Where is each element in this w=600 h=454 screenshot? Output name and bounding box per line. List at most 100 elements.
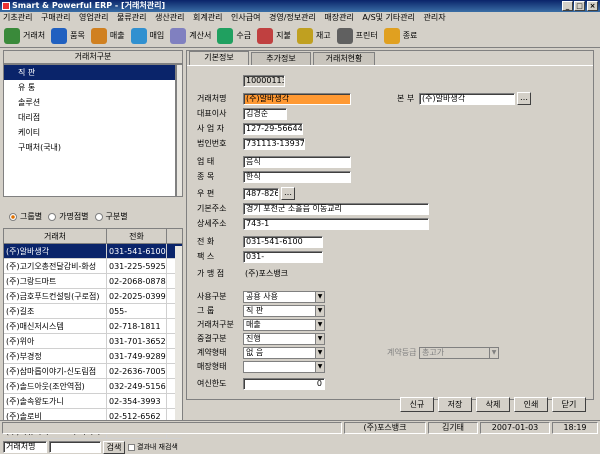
hq-input[interactable]: (주)알바생각	[419, 93, 515, 105]
fax-input[interactable]: 031-	[243, 251, 323, 263]
table-row[interactable]: (주)알바생각 031-541-6100	[4, 244, 182, 259]
search-field-combo[interactable]: 거래처명	[3, 441, 47, 453]
new-button[interactable]: 신규	[400, 397, 434, 412]
window-title: Smart & Powerful ERP - [거래처관리]	[12, 1, 166, 10]
client-code-field: 10000113	[243, 75, 285, 87]
client-name-cell: (주)알바생각	[4, 244, 107, 258]
table-row[interactable]: (주)삼마롭이야기-신도림점 02-2636-7005	[4, 364, 182, 379]
table-row[interactable]: (주)솔속왕도가니 02-354-3993	[4, 394, 182, 409]
menu-item[interactable]: 관리자	[421, 12, 449, 23]
table-row[interactable]: (주)금호푸드컨설팅(구로점) 02-2025-0399	[4, 289, 182, 304]
menu-item[interactable]: A/S및 기타관리	[359, 12, 418, 23]
phone-cell: 031-701-3652	[107, 334, 167, 348]
save-button[interactable]: 저장	[438, 397, 472, 412]
corpno-label: 법인번호	[197, 139, 227, 148]
table-row[interactable]: (주)매신저시스템 02-718-1811	[4, 319, 182, 334]
client-name-cell: (주)부경정	[4, 349, 107, 363]
hq-lookup-button[interactable]: …	[517, 92, 531, 105]
credit-input[interactable]: 0	[243, 378, 325, 390]
toolbar-button[interactable]: 지불	[257, 23, 291, 48]
biztype-input[interactable]: 음식	[243, 156, 351, 168]
menu-item[interactable]: 생산관리	[152, 12, 187, 23]
category-item[interactable]: 케이티	[4, 125, 175, 140]
ceo-label: 대표이사	[197, 109, 227, 118]
menu-item[interactable]: 회계관리	[190, 12, 225, 23]
radio-option[interactable]: 가명점별	[48, 211, 89, 222]
radio-option[interactable]: 구분별	[94, 211, 128, 222]
close-button[interactable]: ×	[587, 1, 598, 11]
toolbar-button[interactable]: 품목	[51, 23, 85, 48]
table-row[interactable]: (주)그랑드마트 02-2068-0878	[4, 274, 182, 289]
left-panel: 거래처구분 직 판유 통 솔루션 대리점 케이티 구매처(국내) 그룹별 가명점별 구분별 …	[3, 50, 183, 454]
menu-item[interactable]: 인사급여	[228, 12, 263, 23]
addr2-input[interactable]: 743-1	[243, 218, 429, 230]
toolbar-button[interactable]: 수금	[217, 23, 251, 48]
category-item[interactable]: 유 통	[4, 80, 175, 95]
delete-button[interactable]: 삭제	[476, 397, 510, 412]
category-scrollbar[interactable]	[176, 64, 183, 197]
category-item[interactable]: 구매처(국내)	[4, 140, 175, 155]
group-value: 직 판	[246, 306, 264, 315]
toolbar-button[interactable]: 종료	[383, 23, 417, 48]
phone-label: 전 화	[197, 237, 215, 246]
tab-client-status[interactable]: 거래처현황	[313, 52, 375, 65]
category-item[interactable]: 솔루션	[4, 95, 175, 110]
menu-item[interactable]: 영업관리	[76, 12, 111, 23]
menu-item[interactable]: 매장관리	[321, 12, 356, 23]
tab-extra-info[interactable]: 추가정보	[251, 52, 311, 65]
status-date: 2007-01-03	[480, 422, 550, 434]
contract-select[interactable]: 없 음 ▼	[243, 347, 325, 359]
usetype-select[interactable]: 공용 사용 ▼	[243, 291, 325, 303]
bizno-input[interactable]: 127-29-56644	[243, 123, 303, 135]
phone-input[interactable]: 031-541-6100	[243, 236, 323, 248]
table-row[interactable]: (주)솔드아웃(조안역점) 032-249-5156	[4, 379, 182, 394]
radio-label: 그룹별	[20, 212, 43, 221]
menu-item[interactable]: 기초관리	[0, 12, 35, 23]
zip-lookup-button[interactable]: …	[281, 187, 295, 200]
tab-basic-info[interactable]: 기본정보	[189, 51, 249, 65]
toolbar-icon	[4, 27, 20, 44]
toolbar-button[interactable]: 매출	[90, 23, 125, 48]
table-body: (주)알바생각 031-541-6100 (주)고기오총전달감비-화성 031-225…	[4, 244, 182, 439]
zip-input[interactable]: 487-826	[243, 188, 279, 200]
print-button[interactable]: 인쇄	[514, 397, 548, 412]
toolbar-button[interactable]: 계산서	[170, 23, 211, 48]
radio-option[interactable]: 그룹별	[9, 211, 42, 222]
addr1-label: 기본주소	[197, 204, 227, 213]
table-scrollbar[interactable]	[175, 246, 182, 426]
toolbar-button[interactable]: 재고	[296, 23, 331, 48]
toolbar-button[interactable]: 프린터	[336, 23, 378, 48]
refine-checkbox[interactable]	[128, 443, 135, 451]
store-type-select[interactable]: ▼	[243, 361, 325, 373]
category-item[interactable]: 직 판	[4, 65, 175, 80]
store-value: (주)포스뱅크	[245, 269, 289, 278]
table-row[interactable]: (주)부경정 031-749-9289	[4, 349, 182, 364]
trade-select[interactable]: 매출 ▼	[243, 319, 325, 331]
category-item[interactable]: 대리점	[4, 110, 175, 125]
group-select[interactable]: 직 판 ▼	[243, 305, 325, 317]
column-header-phone[interactable]: 전화	[107, 229, 167, 243]
search-input[interactable]	[49, 441, 101, 453]
corpno-input[interactable]: 731113-1393717	[243, 138, 305, 150]
table-row[interactable]: (주)위아 031-701-3652	[4, 334, 182, 349]
toolbar-button[interactable]: 거래처	[4, 23, 45, 48]
mid-select[interactable]: 진행 ▼	[243, 333, 325, 345]
maximize-button[interactable]: □	[574, 1, 585, 11]
toolbar-label: 품목	[70, 31, 85, 40]
column-header-client[interactable]: 거래처	[4, 229, 107, 243]
search-button[interactable]: 검색	[103, 440, 125, 454]
hq-label: 본 부	[397, 94, 415, 103]
fax-label: 팩 스	[197, 252, 215, 261]
toolbar-button[interactable]: 매입	[130, 23, 164, 48]
table-row[interactable]: (주)길조 055-	[4, 304, 182, 319]
table-row[interactable]: (주)고기오총전달감비-화성 031-225-5925	[4, 259, 182, 274]
menu-item[interactable]: 구매관리	[38, 12, 73, 23]
close-form-button[interactable]: 닫기	[552, 397, 586, 412]
item-input[interactable]: 한식	[243, 171, 351, 183]
menu-item[interactable]: 물류관리	[114, 12, 149, 23]
client-name-input[interactable]: (주)알바생각	[243, 93, 351, 105]
ceo-input[interactable]: 김경순	[243, 108, 287, 120]
addr1-input[interactable]: 경기 포천군 소흘읍 이동교리	[243, 203, 429, 215]
menu-item[interactable]: 경영/정보관리	[266, 12, 319, 23]
minimize-button[interactable]: _	[562, 1, 573, 11]
